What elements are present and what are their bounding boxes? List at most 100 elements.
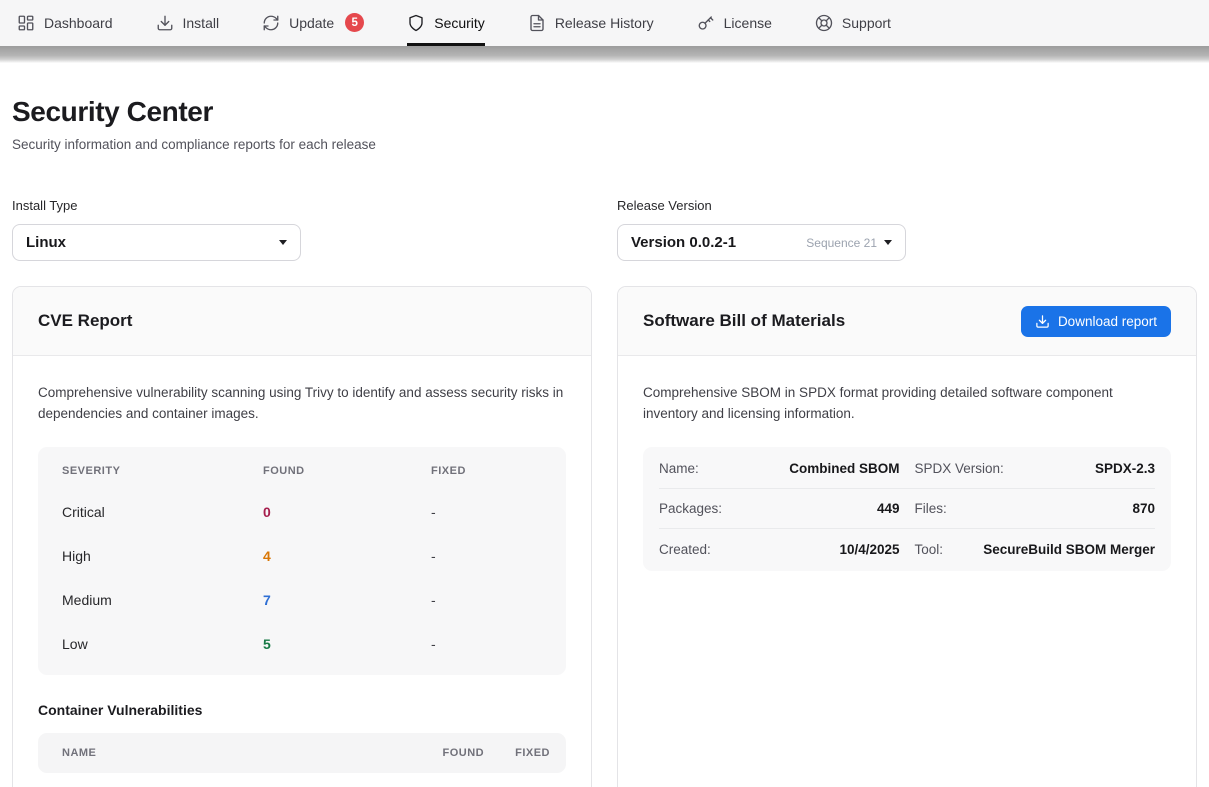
col-severity: SEVERITY — [62, 465, 263, 477]
header-shadow-band — [0, 46, 1209, 63]
release-version-value: Version 0.0.2-1 — [631, 234, 736, 251]
nav-label: Support — [842, 15, 891, 31]
update-count-badge: 5 — [345, 13, 364, 32]
table-row-critical: Critical 0 - — [62, 490, 542, 534]
severity-label: Medium — [62, 592, 263, 608]
key-icon — [697, 14, 715, 32]
release-version-select[interactable]: Version 0.0.2-1 Sequence 21 — [617, 224, 906, 261]
table-row-low: Low 5 - — [62, 622, 542, 666]
nav-label: Security — [434, 15, 485, 31]
field-label: Packages: — [659, 501, 722, 516]
cve-description: Comprehensive vulnerability scanning usi… — [38, 382, 566, 424]
sbom-card-title: Software Bill of Materials — [643, 311, 845, 331]
page-subtitle: Security information and compliance repo… — [12, 137, 1197, 152]
sbom-field-packages: Packages: 449 — [659, 501, 915, 516]
fixed-value: - — [431, 504, 542, 520]
nav-label: Install — [183, 15, 220, 31]
nav-item-license[interactable]: License — [697, 0, 772, 46]
sbom-field-spdx-version: SPDX Version: SPDX-2.3 — [915, 461, 1156, 476]
sbom-card-body: Comprehensive SBOM in SPDX format provid… — [618, 356, 1196, 597]
install-type-label: Install Type — [12, 198, 592, 213]
release-version-filter: Release Version Version 0.0.2-1 Sequence… — [617, 198, 1197, 261]
sbom-row-3: Created: 10/4/2025 Tool: SecureBuild SBO… — [659, 529, 1155, 569]
col-fixed: FIXED — [515, 747, 550, 759]
field-value: Combined SBOM — [789, 461, 899, 476]
severity-label: High — [62, 548, 263, 564]
download-report-button[interactable]: Download report — [1021, 306, 1171, 337]
field-label: Files: — [915, 501, 947, 516]
col-fixed: FIXED — [431, 465, 542, 477]
found-value: 4 — [263, 548, 431, 564]
sbom-description: Comprehensive SBOM in SPDX format provid… — [643, 382, 1171, 424]
sbom-field-tool: Tool: SecureBuild SBOM Merger — [915, 542, 1156, 557]
download-icon — [1035, 314, 1050, 329]
field-label: Created: — [659, 542, 711, 557]
sbom-card: Software Bill of Materials Download repo… — [617, 286, 1197, 787]
nav-label: Dashboard — [44, 15, 113, 31]
nav-label: License — [724, 15, 772, 31]
sbom-card-header: Software Bill of Materials Download repo… — [618, 287, 1196, 356]
nav-item-support[interactable]: Support — [815, 0, 891, 46]
container-vulnerabilities-header: NAME FOUND FIXED — [38, 733, 566, 773]
field-value: 870 — [1132, 501, 1155, 516]
col-name: NAME — [62, 747, 442, 759]
field-value: 10/4/2025 — [839, 542, 899, 557]
field-value: SPDX-2.3 — [1095, 461, 1155, 476]
nav-item-dashboard[interactable]: Dashboard — [17, 0, 113, 46]
field-value: 449 — [877, 501, 900, 516]
nav-label: Release History — [555, 15, 654, 31]
download-icon — [156, 14, 174, 32]
found-value: 0 — [263, 504, 431, 520]
col-found: FOUND — [263, 465, 431, 477]
cve-report-card: CVE Report Comprehensive vulnerability s… — [12, 286, 592, 787]
nav-item-install[interactable]: Install — [156, 0, 220, 46]
field-label: SPDX Version: — [915, 461, 1004, 476]
severity-label: Critical — [62, 504, 263, 520]
release-sequence-text: Sequence 21 — [806, 236, 877, 250]
severity-table-header: SEVERITY FOUND FIXED — [62, 452, 542, 490]
nav-item-release-history[interactable]: Release History — [528, 0, 654, 46]
table-row-medium: Medium 7 - — [62, 578, 542, 622]
field-label: Tool: — [915, 542, 944, 557]
sbom-field-files: Files: 870 — [915, 501, 1156, 516]
refresh-icon — [262, 14, 280, 32]
release-version-label: Release Version — [617, 198, 1197, 213]
cve-card-title: CVE Report — [38, 311, 132, 331]
sbom-row-2: Packages: 449 Files: 870 — [659, 489, 1155, 529]
sbom-row-1: Name: Combined SBOM SPDX Version: SPDX-2… — [659, 449, 1155, 489]
nav-item-update[interactable]: Update 5 — [262, 0, 364, 46]
found-value: 7 — [263, 592, 431, 608]
found-value: 5 — [263, 636, 431, 652]
main-content: Security Center Security information and… — [0, 96, 1209, 787]
install-type-select[interactable]: Linux — [12, 224, 301, 261]
sbom-details-panel: Name: Combined SBOM SPDX Version: SPDX-2… — [643, 447, 1171, 571]
container-vulnerabilities-title: Container Vulnerabilities — [38, 702, 566, 718]
install-type-value: Linux — [26, 234, 66, 251]
lifebuoy-icon — [815, 14, 833, 32]
chevron-down-icon — [279, 240, 287, 245]
dashboard-icon — [17, 14, 35, 32]
field-label: Name: — [659, 461, 699, 476]
field-value: SecureBuild SBOM Merger — [983, 542, 1155, 557]
nav-item-security[interactable]: Security — [407, 0, 485, 46]
page-title: Security Center — [12, 96, 1197, 128]
severity-label: Low — [62, 636, 263, 652]
top-nav: Dashboard Install Update 5 Security Rele… — [0, 0, 1209, 46]
fixed-value: - — [431, 636, 542, 652]
chevron-down-icon — [884, 240, 892, 245]
severity-table: SEVERITY FOUND FIXED Critical 0 - High 4… — [38, 447, 566, 675]
col-found: FOUND — [442, 747, 484, 759]
filters-row: Install Type Linux Release Version Versi… — [12, 198, 1197, 261]
cards-row: CVE Report Comprehensive vulnerability s… — [12, 286, 1197, 787]
install-type-filter: Install Type Linux — [12, 198, 592, 261]
shield-icon — [407, 14, 425, 32]
fixed-value: - — [431, 592, 542, 608]
document-icon — [528, 14, 546, 32]
cve-card-body: Comprehensive vulnerability scanning usi… — [13, 356, 591, 787]
nav-label: Update — [289, 15, 334, 31]
sbom-field-created: Created: 10/4/2025 — [659, 542, 915, 557]
fixed-value: - — [431, 548, 542, 564]
sbom-field-name: Name: Combined SBOM — [659, 461, 915, 476]
download-report-label: Download report — [1058, 314, 1157, 329]
table-row-high: High 4 - — [62, 534, 542, 578]
